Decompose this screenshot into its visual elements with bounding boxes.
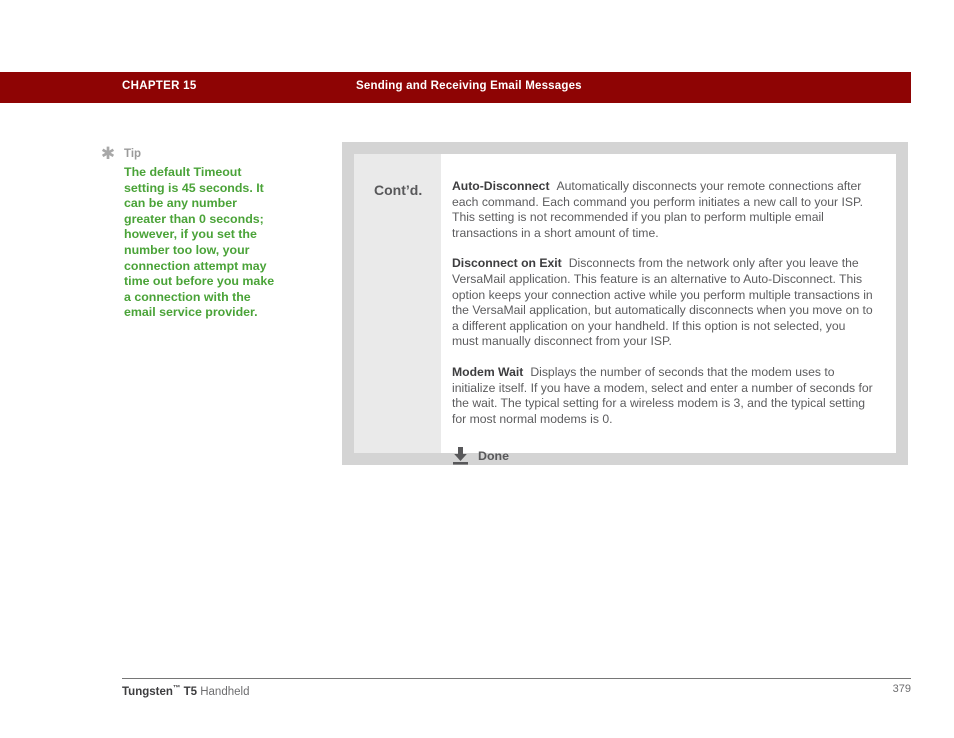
chapter-number: CHAPTER 15 (122, 80, 197, 92)
continued-content-panel: Cont’d. Auto-Disconnect Automatically dis… (342, 142, 908, 465)
footer-divider (122, 678, 911, 679)
panel-side-column: Cont’d. (354, 154, 441, 453)
panel-content-area: Auto-Disconnect Automatically disconnects… (441, 154, 896, 465)
tip-label: Tip (124, 148, 142, 160)
footer-product-model: T5 (183, 685, 198, 698)
definition-term: Modem Wait (452, 364, 524, 379)
tip-body-text: The default Timeout setting is 45 second… (124, 165, 275, 320)
definition-entry: Modem Wait Displays the number of seconds… (452, 365, 874, 427)
definition-term: Auto-Disconnect (452, 179, 550, 193)
continued-label: Cont’d. (374, 182, 423, 198)
done-button[interactable]: Done (452, 447, 874, 465)
definition-entry: Auto-Disconnect Automatically disconnects… (452, 179, 874, 241)
definition-entry: Disconnect on Exit Disconnects from the n… (452, 256, 874, 350)
footer-product: Tungsten™ T5 Handheld (122, 683, 249, 698)
page-number: 379 (892, 683, 911, 695)
trademark-symbol: ™ (172, 683, 181, 692)
footer-product-suffix: Handheld (200, 685, 250, 698)
chapter-header-bar: CHAPTER 15 Sending and Receiving Email M… (0, 72, 911, 103)
download-arrow-icon (453, 447, 468, 465)
definition-term: Disconnect on Exit (452, 256, 562, 271)
footer-product-name: Tungsten (122, 685, 173, 698)
asterisk-icon: ✱ (100, 144, 116, 164)
chapter-title: Sending and Receiving Email Messages (356, 80, 582, 92)
done-label: Done (478, 449, 509, 464)
